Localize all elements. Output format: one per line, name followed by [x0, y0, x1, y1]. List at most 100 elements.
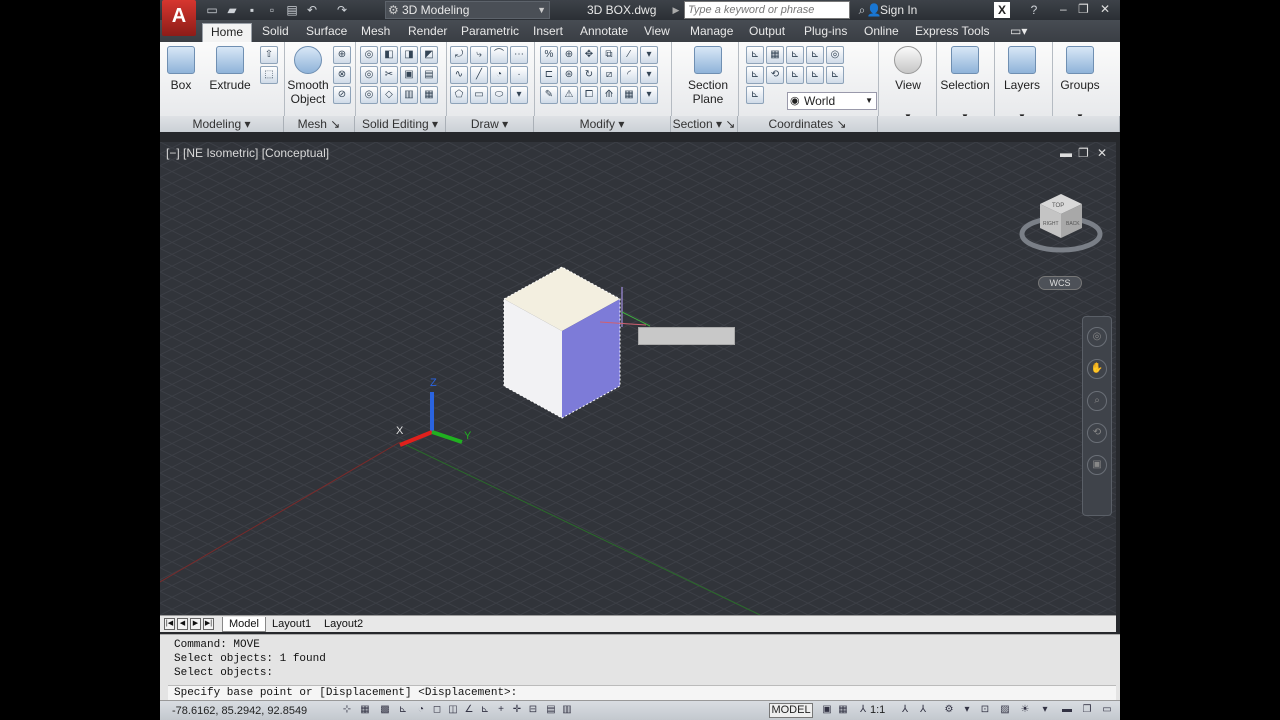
- tab-view[interactable]: View: [636, 23, 678, 42]
- polysolid-icon[interactable]: ⬚: [260, 66, 278, 84]
- ucs-view-icon[interactable]: ⊾: [786, 66, 804, 84]
- union-icon[interactable]: ◎: [360, 46, 378, 64]
- extract-edges-icon[interactable]: ◨: [400, 46, 418, 64]
- ucs-x-icon[interactable]: ⊾: [806, 66, 824, 84]
- boundary-icon[interactable]: ▾: [510, 86, 528, 104]
- first-tab-icon[interactable]: |◀: [164, 618, 175, 630]
- save-icon[interactable]: ▪: [244, 2, 260, 18]
- hardware-acceleration-icon[interactable]: ▨: [998, 703, 1012, 717]
- extrude-button[interactable]: Extrude: [208, 46, 252, 92]
- pan-icon[interactable]: ✋: [1087, 359, 1107, 379]
- close-icon[interactable]: ✕: [1100, 2, 1110, 16]
- tab-layout2[interactable]: Layout2: [318, 617, 369, 632]
- line-icon[interactable]: ⤾: [450, 46, 468, 64]
- drawing-viewport[interactable]: Z Y X TOP RIGHT BACK [−] [NE Isometric] …: [160, 142, 1116, 615]
- polyline-icon[interactable]: ⤷: [470, 46, 488, 64]
- circle-icon[interactable]: ◔: [490, 66, 508, 84]
- wcs-menu[interactable]: WCS: [1038, 276, 1082, 290]
- new-file-icon[interactable]: ▭: [204, 2, 220, 18]
- prev-tab-icon[interactable]: ◀: [177, 618, 188, 630]
- close-icon[interactable]: ▭: [1100, 703, 1114, 717]
- copy-icon[interactable]: ⧉: [600, 46, 618, 64]
- minimize-icon[interactable]: ▬: [1060, 146, 1072, 160]
- tab-annotate[interactable]: Annotate: [572, 23, 636, 42]
- ucs-named-icon[interactable]: ▦: [766, 46, 784, 64]
- workspace-menu-icon[interactable]: ▾: [960, 703, 974, 717]
- annotation-visibility-icon[interactable]: ⅄: [898, 703, 912, 717]
- save-as-icon[interactable]: ▫: [264, 2, 280, 18]
- dyn-icon[interactable]: +: [494, 703, 508, 717]
- rotate-icon[interactable]: ↻: [580, 66, 598, 84]
- lock-icon[interactable]: ⊡: [978, 703, 992, 717]
- application-menu-button[interactable]: A: [162, 0, 196, 36]
- orbit-icon[interactable]: ⟲: [1087, 423, 1107, 443]
- showmotion-icon[interactable]: ▣: [1087, 455, 1107, 475]
- lineweight-icon[interactable]: ✛: [510, 703, 524, 717]
- ucs-z-icon[interactable]: ⊾: [826, 66, 844, 84]
- help-icon[interactable]: ?: [1026, 2, 1042, 18]
- mirror-icon[interactable]: ⧄: [600, 66, 618, 84]
- array-icon[interactable]: ▦: [620, 86, 638, 104]
- 3d-rotate-icon[interactable]: ⊛: [560, 66, 578, 84]
- tab-surface[interactable]: Surface: [298, 23, 355, 42]
- ucs-icon[interactable]: ⊾: [746, 46, 764, 64]
- minimize-icon[interactable]: –: [1060, 2, 1067, 16]
- 3d-osnap-icon[interactable]: ◫: [446, 703, 460, 717]
- selection-cycling-icon[interactable]: ▥: [560, 703, 574, 717]
- otrack-icon[interactable]: ∠: [462, 703, 476, 717]
- polar-icon[interactable]: ◔: [414, 703, 428, 717]
- model-space-toggle[interactable]: MODEL: [769, 703, 813, 718]
- tab-model[interactable]: Model: [222, 617, 266, 632]
- zoom-icon[interactable]: ⌕: [1087, 391, 1107, 411]
- tab-home[interactable]: Home: [202, 23, 253, 42]
- mesh-smooth-icon[interactable]: ⊘: [333, 86, 351, 104]
- box-button[interactable]: Box: [164, 46, 198, 92]
- array-more-icon[interactable]: ▾: [640, 86, 658, 104]
- infer-constraints-icon[interactable]: ⊹: [340, 703, 354, 717]
- workspace-dropdown[interactable]: ⚙ 3D Modeling ▼: [385, 1, 550, 19]
- scale-icon[interactable]: ⧠: [580, 86, 598, 104]
- tab-plug-ins[interactable]: Plug-ins: [796, 23, 855, 42]
- hatch-icon[interactable]: ⋯: [510, 46, 528, 64]
- search-input[interactable]: Type a keyword or phrase: [684, 1, 850, 19]
- 3d-mirror-icon[interactable]: ⚠: [560, 86, 578, 104]
- clean-screen-icon[interactable]: ▾: [1038, 703, 1052, 717]
- extrude-faces-icon[interactable]: ▤: [420, 66, 438, 84]
- groups-button[interactable]: Groups ▼: [1058, 46, 1102, 124]
- tab-mesh[interactable]: Mesh: [353, 23, 398, 42]
- ellipse-icon[interactable]: ⬭: [490, 86, 508, 104]
- trim-icon[interactable]: ⁄: [620, 46, 638, 64]
- rectangle-icon[interactable]: ▭: [470, 86, 488, 104]
- section-plane-button[interactable]: Section Plane: [682, 46, 734, 106]
- tab-online[interactable]: Online: [856, 23, 907, 42]
- command-input[interactable]: Specify base point or [Displacement] <Di…: [168, 685, 1116, 700]
- layers-button[interactable]: Layers ▼: [1000, 46, 1044, 124]
- tab-express-tools[interactable]: Express Tools: [907, 23, 997, 42]
- panel-title-section[interactable]: Section ▾ ↘: [671, 116, 738, 132]
- redo-icon[interactable]: ↷: [334, 2, 350, 18]
- separate-icon[interactable]: ◩: [420, 46, 438, 64]
- tab-solid[interactable]: Solid: [254, 23, 297, 42]
- panel-title-mesh[interactable]: Mesh ↘: [284, 116, 355, 132]
- ducs-icon[interactable]: ⊾: [478, 703, 492, 717]
- ucs-world-dropdown[interactable]: ◉ World ▼: [787, 92, 877, 110]
- workspace-switching-icon[interactable]: ⚙: [942, 703, 956, 717]
- restore-icon[interactable]: ❐: [1078, 2, 1089, 16]
- presspull-icon[interactable]: ⇧: [260, 46, 278, 64]
- transparency-icon[interactable]: ⊟: [526, 703, 540, 717]
- last-tab-icon[interactable]: ▶|: [203, 618, 214, 630]
- quick-view-drawings-icon[interactable]: ▦: [836, 703, 850, 717]
- ray-icon[interactable]: ╱: [470, 66, 488, 84]
- tab-parametric[interactable]: Parametric: [453, 23, 527, 42]
- intersect-icon[interactable]: ◎: [360, 66, 378, 84]
- ribbon-minimize-icon[interactable]: ▭▾: [1002, 23, 1035, 42]
- grid-icon[interactable]: ▩: [378, 703, 392, 717]
- spline-icon[interactable]: ∿: [450, 66, 468, 84]
- exchange-icon[interactable]: X: [994, 2, 1010, 18]
- coordinates-readout[interactable]: -78.6162, 85.2942, 92.8549: [172, 705, 307, 717]
- quick-view-layouts-icon[interactable]: ▣: [820, 703, 834, 717]
- mesh-refine-icon[interactable]: ⊕: [333, 46, 351, 64]
- plot-icon[interactable]: ▤: [284, 2, 300, 18]
- mesh-crease-icon[interactable]: ⊗: [333, 66, 351, 84]
- tab-manage[interactable]: Manage: [682, 23, 741, 42]
